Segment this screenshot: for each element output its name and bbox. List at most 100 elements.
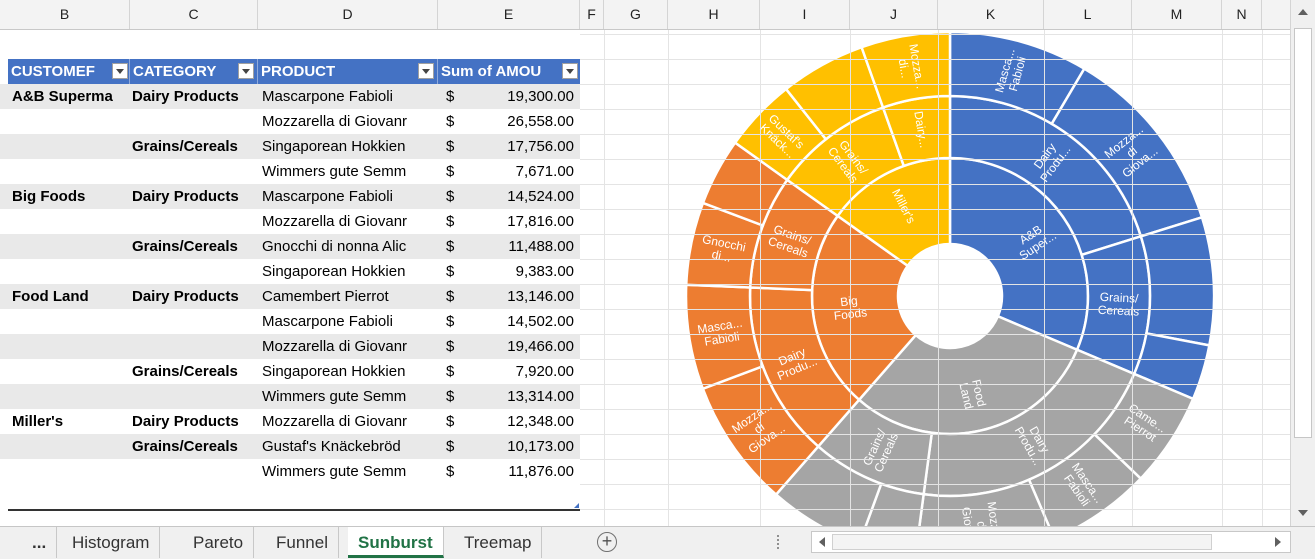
sunburst-chart[interactable]: A&BSuper...DairyProdu...Masca...FabioliM…	[580, 30, 1290, 526]
cell-category[interactable]: Grains/Cereals	[132, 359, 258, 384]
cell-customer[interactable]	[12, 459, 130, 484]
triangle-up-icon[interactable]	[1295, 4, 1311, 22]
cell-product[interactable]: Singaporean Hokkien	[262, 134, 440, 159]
table-row[interactable]: Mozzarella di Giovanr $17,816.00	[0, 209, 580, 234]
horizontal-scrollbar[interactable]	[811, 531, 1291, 553]
cell-customer[interactable]	[12, 359, 130, 384]
table-row[interactable]: Wimmers gute Semm $11,876.00	[0, 459, 580, 484]
cell-product[interactable]: Mozzarella di Giovanr	[262, 109, 440, 134]
cell-customer[interactable]	[12, 159, 130, 184]
column-header-l[interactable]: L	[1044, 0, 1132, 29]
cell-product[interactable]: Wimmers gute Semm	[262, 159, 440, 184]
cell-customer[interactable]: Food Land	[12, 284, 130, 309]
cell-currency[interactable]: $	[446, 359, 460, 384]
table-row[interactable]: Grains/Cereals Singaporean Hokkien $7,920.…	[0, 359, 580, 384]
cell-amount[interactable]: 10,173.00	[462, 434, 574, 459]
cell-amount[interactable]: 9,383.00	[462, 259, 574, 284]
cell-category[interactable]: Grains/Cereals	[132, 234, 258, 259]
cell-amount[interactable]: 7,671.00	[462, 159, 574, 184]
cell-currency[interactable]: $	[446, 234, 460, 259]
cell-product[interactable]: Mascarpone Fabioli	[262, 184, 440, 209]
column-header-m[interactable]: M	[1132, 0, 1222, 29]
cell-amount[interactable]: 7,920.00	[462, 359, 574, 384]
cell-currency[interactable]: $	[446, 134, 460, 159]
vertical-scrollbar[interactable]	[1290, 0, 1315, 526]
dropdown-arrow-icon[interactable]	[112, 63, 128, 79]
cell-amount[interactable]: 11,488.00	[462, 234, 574, 259]
cell-product[interactable]: Mozzarella di Giovanr	[262, 334, 440, 359]
cell-category[interactable]	[132, 159, 258, 184]
cell-category[interactable]	[132, 334, 258, 359]
cell-product[interactable]: Mascarpone Fabioli	[262, 84, 440, 109]
cell-customer[interactable]	[12, 334, 130, 359]
table-row[interactable]: Mozzarella di Giovanr $19,466.00	[0, 334, 580, 359]
vertical-scroll-thumb[interactable]	[1294, 28, 1312, 438]
cell-customer[interactable]	[12, 259, 130, 284]
cell-customer[interactable]	[12, 209, 130, 234]
table-row[interactable]: Grains/Cereals Singaporean Hokkien $17,756…	[0, 134, 580, 159]
table-row[interactable]: Mozzarella di Giovanr $26,558.00	[0, 109, 580, 134]
column-header-j[interactable]: J	[850, 0, 938, 29]
cell-category[interactable]	[132, 309, 258, 334]
cell-product[interactable]: Gnocchi di nonna Alic	[262, 234, 440, 259]
cell-category[interactable]	[132, 384, 258, 409]
column-header-e[interactable]: E	[438, 0, 580, 29]
tab-funnel[interactable]: Funnel	[266, 527, 339, 558]
tab-histogram[interactable]: Histogram	[62, 527, 161, 558]
cell-amount[interactable]: 13,314.00	[462, 384, 574, 409]
cell-product[interactable]: Gustaf's Knäckebröd	[262, 434, 440, 459]
column-header-f[interactable]: F	[580, 0, 604, 29]
cell-currency[interactable]: $	[446, 334, 460, 359]
horizontal-scroll-thumb[interactable]	[832, 534, 1212, 550]
triangle-down-icon[interactable]	[1295, 504, 1311, 522]
plus-circle-icon[interactable]: +	[597, 532, 617, 552]
cell-amount[interactable]: 13,146.00	[462, 284, 574, 309]
cell-customer[interactable]	[12, 309, 130, 334]
column-header-n[interactable]: N	[1222, 0, 1262, 29]
cell-category[interactable]	[132, 259, 258, 284]
column-header-b[interactable]: B	[0, 0, 130, 29]
table-row[interactable]: Grains/Cereals Gnocchi di nonna Alic $11,4…	[0, 234, 580, 259]
column-header-c[interactable]: C	[130, 0, 258, 29]
tab-sunburst[interactable]: Sunburst	[348, 527, 444, 558]
cell-product[interactable]: Mascarpone Fabioli	[262, 309, 440, 334]
table-row[interactable]: Wimmers gute Semm $13,314.00	[0, 384, 580, 409]
cell-customer[interactable]	[12, 134, 130, 159]
cell-amount[interactable]: 14,502.00	[462, 309, 574, 334]
worksheet-grid[interactable]: CUSTOMEF CATEGORY PRODUCT Sum of AMOU A&…	[0, 30, 1290, 526]
column-header-d[interactable]: D	[258, 0, 438, 29]
triangle-left-icon[interactable]	[814, 534, 830, 550]
cell-category[interactable]	[132, 109, 258, 134]
cell-category[interactable]	[132, 209, 258, 234]
table-row[interactable]: Food Land Dairy Products Camembert Pierrot…	[0, 284, 580, 309]
tab-treemap[interactable]: Treemap	[454, 527, 543, 558]
column-header-k[interactable]: K	[938, 0, 1044, 29]
cell-amount[interactable]: 17,756.00	[462, 134, 574, 159]
cell-amount[interactable]: 26,558.00	[462, 109, 574, 134]
cell-customer[interactable]: A&B Superma	[12, 84, 130, 109]
pivot-header-category[interactable]: CATEGORY	[130, 59, 258, 84]
column-header-i[interactable]: I	[760, 0, 850, 29]
table-row[interactable]: Wimmers gute Semm $7,671.00	[0, 159, 580, 184]
dropdown-arrow-icon[interactable]	[238, 63, 254, 79]
tab-splitter[interactable]	[777, 535, 782, 549]
cell-amount[interactable]: 19,300.00	[462, 84, 574, 109]
cell-currency[interactable]: $	[446, 459, 460, 484]
cell-category[interactable]	[132, 459, 258, 484]
cell-product[interactable]: Singaporean Hokkien	[262, 259, 440, 284]
tab-pareto[interactable]: Pareto	[183, 527, 255, 558]
cell-currency[interactable]: $	[446, 209, 460, 234]
cell-category[interactable]: Grains/Cereals	[132, 434, 258, 459]
cell-customer[interactable]	[12, 384, 130, 409]
tab-more[interactable]: ...	[22, 527, 58, 558]
cell-product[interactable]: Wimmers gute Semm	[262, 459, 440, 484]
cell-customer[interactable]	[12, 109, 130, 134]
table-row[interactable]: A&B Superma Dairy Products Mascarpone Fabi…	[0, 84, 580, 109]
cell-currency[interactable]: $	[446, 84, 460, 109]
pivot-header-amount[interactable]: Sum of AMOU	[438, 59, 580, 84]
cell-category[interactable]: Dairy Products	[132, 284, 258, 309]
cell-currency[interactable]: $	[446, 384, 460, 409]
column-header-h[interactable]: H	[668, 0, 760, 29]
cell-product[interactable]: Mozzarella di Giovanr	[262, 209, 440, 234]
cell-customer[interactable]	[12, 234, 130, 259]
